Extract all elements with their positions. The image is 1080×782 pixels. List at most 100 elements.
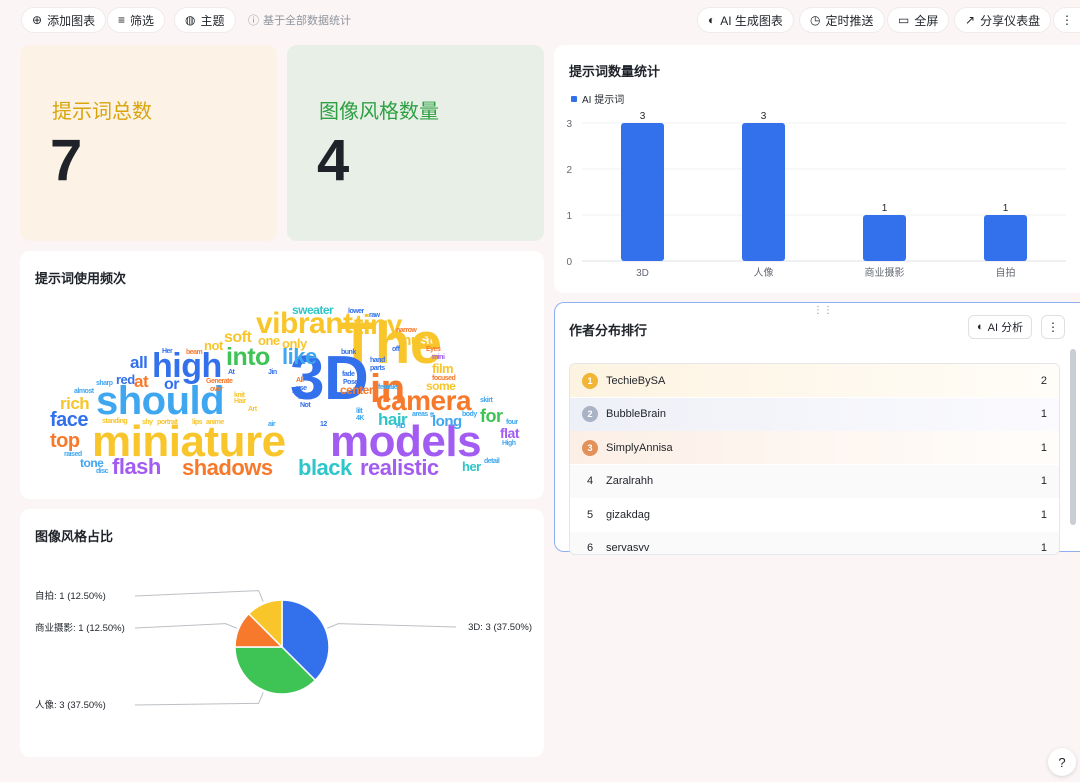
pie-chart: 3D: 3 (37.50%) 人像: 3 (37.50%) 商业摄影: 1 (12.… [35,590,532,711]
wordcloud-word[interactable]: soft [224,329,253,346]
fullscreen-button[interactable]: ▭ 全屏 [888,8,949,32]
wordcloud-word[interactable]: Jin [268,369,277,376]
wordcloud-word[interactable]: Pose [343,379,359,386]
wordcloud-word[interactable]: standing [102,418,128,425]
more-menu-button[interactable]: ⋮ [1054,8,1080,32]
bar[interactable] [863,215,906,261]
wordcloud-word[interactable]: only [282,336,308,351]
wordcloud-word[interactable]: detail [484,458,500,465]
drag-handle-icon[interactable]: ⋮⋮ [813,305,833,316]
wordcloud-word[interactable]: lower [348,308,365,315]
bar[interactable] [742,123,785,261]
wordcloud-word[interactable]: Art [248,406,258,413]
wordcloud-word[interactable]: all [130,353,148,372]
wordcloud-word[interactable]: for [480,406,503,426]
wordcloud-word[interactable]: Her [162,348,173,355]
palette-icon: ◍ [185,13,196,27]
wordcloud-word[interactable]: her [462,459,482,474]
wordcloud-word[interactable]: raised [64,451,82,458]
bar-value-label: 3 [761,111,767,122]
wordcloud-word[interactable]: off [392,346,401,353]
wordcloud-word[interactable]: over [210,386,224,393]
bar-legend: AI 提示词 [571,94,624,106]
wordcloud-word[interactable]: one [258,333,280,348]
bar[interactable] [984,215,1027,261]
wordcloud-word[interactable]: skirt [480,397,494,404]
wordcloud-word[interactable]: Not [300,402,312,409]
rank-number: 3 [582,439,598,456]
author-name: Zaralrahh [606,475,654,487]
wordcloud-word[interactable]: rich [60,394,90,413]
wordcloud-word[interactable]: female [378,384,398,391]
wordcloud-word[interactable]: film [432,361,454,376]
wordcloud-word[interactable]: almost [74,388,95,395]
bar[interactable] [621,123,664,261]
add-chart-button[interactable]: ⊕ 添加图表 [22,8,106,32]
wordcloud-word[interactable]: anime [206,419,225,426]
wordcloud-word[interactable]: 4K [356,415,365,422]
filter-button[interactable]: ≡ 筛选 [108,8,165,32]
wordcloud-word[interactable]: portrait [157,419,179,426]
ai-analysis-button[interactable]: ◐ AI 分析 [968,315,1033,339]
wordcloud-word[interactable]: Eyes [426,346,441,353]
wordcloud-word[interactable]: raw [369,312,381,319]
ranking-row[interactable]: 3 SimplyAnnisa 1 [570,431,1059,464]
wordcloud-word[interactable]: top [50,430,80,452]
wordcloud-word[interactable]: black [298,455,354,480]
pie-chart-card: 图像风格占比 3D: 3 (37.50%) 人像: 3 (37.50%) 商业摄影:… [20,509,544,757]
wordcloud-word[interactable]: beam [186,349,203,356]
y-tick-label: 2 [566,165,572,176]
wordcloud-word[interactable]: not [204,338,224,353]
wordcloud-word[interactable]: Generate [206,378,233,385]
wordcloud-word[interactable]: flash [112,454,161,479]
wordcloud-word[interactable]: body [462,411,478,418]
wordcloud-word[interactable]: lips [192,419,203,426]
wordcloud-word[interactable]: All [296,377,305,384]
wordcloud-word[interactable]: HD [396,423,406,430]
author-count: 1 [1040,542,1047,554]
wordcloud-word[interactable]: bunk [341,349,357,356]
wordcloud-word[interactable]: focused [432,375,456,382]
author-count: 1 [1040,508,1047,521]
wordcloud-word[interactable]: air [268,421,276,428]
author-name: gizakdag [606,508,651,521]
share-dashboard-button[interactable]: ↗ 分享仪表盘 [955,8,1051,32]
wordcloud-word[interactable]: mini [432,354,445,361]
ai-generate-chart-button[interactable]: ◐ AI 生成图表 [698,8,793,32]
wordcloud-word[interactable]: at [134,372,149,391]
theme-button[interactable]: ◍ 主题 [175,8,235,32]
wordcloud-word[interactable]: hand [370,357,385,364]
ranking-scrollbar[interactable] [1070,349,1076,525]
wordcloud-word[interactable]: red [116,372,136,387]
wordcloud-word[interactable]: disc [96,468,109,475]
ranking-row[interactable]: 2 BubbleBrain 1 [570,397,1059,431]
x-tick-label: 自拍 [996,266,1016,279]
wordcloud-word[interactable]: High [502,440,516,447]
wordcloud-word[interactable]: realistic [360,455,439,480]
ranking-more-button[interactable]: ⋮ [1041,315,1065,339]
bar-value-label: 1 [882,203,888,214]
wordcloud-word[interactable]: or [164,376,180,393]
wordcloud-word[interactable]: sweater [292,303,335,317]
wordcloud-word[interactable]: fall [298,394,307,401]
wordcloud-word[interactable]: 12 [320,421,328,428]
ranking-row[interactable]: 4 Zaralrahh 1 [570,464,1059,498]
ranking-row[interactable]: 1 TechieBySA 2 [570,364,1059,397]
wordcloud-word[interactable]: sharp [96,380,113,387]
wordcloud-word[interactable]: parts [370,365,386,372]
wordcloud-word[interactable]: fade [342,371,356,378]
wordcloud-word[interactable]: shadows [182,455,273,480]
wordcloud-word[interactable]: flat [500,425,520,441]
bar-value-label: 3 [640,111,646,122]
wordcloud-word[interactable]: use [296,385,308,392]
help-button[interactable]: ? [1048,748,1076,776]
ranking-row[interactable]: 5 gizakdag 1 [570,498,1059,531]
wordcloud-word[interactable]: Hair [234,398,247,405]
wordcloud-word[interactable]: narrow [396,327,418,334]
scheduled-push-button[interactable]: ◷ 定时推送 [800,8,884,32]
wordcloud-word[interactable]: areas [412,411,429,418]
wordcloud-word[interactable]: four [506,419,519,426]
wordcloud-word[interactable]: shy [142,419,154,426]
wordcloud-word[interactable]: long [432,413,462,430]
ranking-row[interactable]: 6 servasvv 1 [570,531,1059,554]
